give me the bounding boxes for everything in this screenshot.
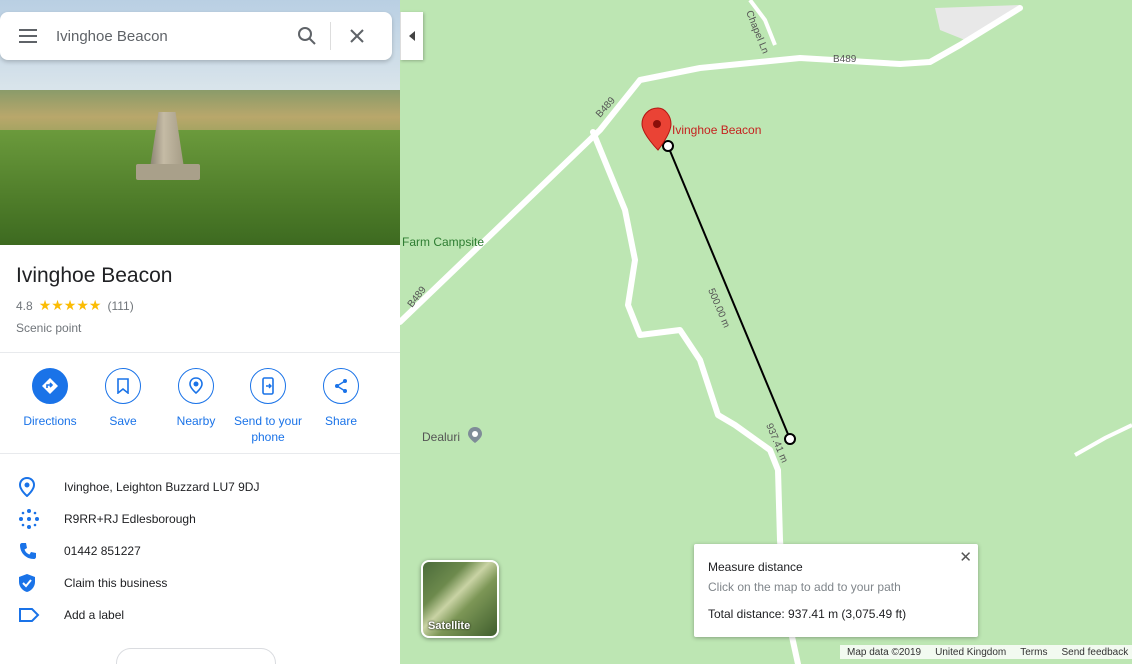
verified-shield-icon: [19, 574, 35, 592]
search-input[interactable]: [56, 16, 284, 56]
rating-row: 4.8 ★★★★★ (111): [16, 297, 134, 314]
rating-stars: ★★★★★: [38, 297, 102, 313]
share-icon: [323, 368, 359, 404]
clear-search-icon[interactable]: [331, 12, 383, 60]
divider: [0, 352, 400, 353]
share-button[interactable]: Share: [301, 368, 381, 429]
send-to-phone-icon: [250, 368, 286, 404]
road-b489: [400, 5, 1023, 325]
measure-total: Total distance: 937.41 m (3,075.49 ft): [708, 607, 907, 621]
plus-code-icon: [19, 509, 39, 529]
plus-code-text: R9RR+RJ Edlesborough: [64, 512, 196, 526]
share-label: Share: [324, 414, 358, 428]
map-data-text: Map data ©2019: [847, 646, 922, 658]
terms-link[interactable]: Terms: [1013, 647, 1054, 658]
measure-line: [667, 145, 791, 440]
dealuri-label[interactable]: Dealuri: [422, 430, 460, 444]
road-right: [1074, 423, 1132, 457]
measure-distance-card: Measure distance Click on the map to add…: [694, 544, 978, 637]
nearby-icon: [178, 368, 214, 404]
pin-place-label[interactable]: Ivinghoe Beacon: [672, 123, 761, 137]
save-button[interactable]: Save: [83, 368, 163, 429]
claim-business-row[interactable]: Claim this business: [0, 567, 400, 599]
rating-value: 4.8: [16, 298, 33, 313]
region-link[interactable]: United Kingdom: [928, 647, 1013, 658]
search-bar: [0, 12, 392, 60]
close-icon[interactable]: ✕: [959, 548, 972, 566]
search-icon[interactable]: [284, 12, 330, 60]
directions-label: Directions: [23, 414, 77, 428]
address-row[interactable]: Ivinghoe, Leighton Buzzard LU7 9DJ: [0, 471, 400, 503]
menu-icon[interactable]: [0, 12, 56, 60]
claim-business-text: Claim this business: [64, 576, 168, 590]
action-buttons: Directions Save Nearby Send to your phon…: [0, 368, 400, 448]
add-label-row[interactable]: Add a label: [0, 599, 400, 631]
collapse-panel-button[interactable]: [400, 12, 423, 60]
measure-hint: Click on the map to add to your path: [708, 580, 901, 594]
more-options-button[interactable]: [116, 648, 276, 664]
plus-code-row[interactable]: R9RR+RJ Edlesborough: [0, 503, 400, 535]
map-canvas[interactable]: B489 B489 B489 Chapel Ln 500.00 m 937.41…: [400, 0, 1132, 664]
pin-dot: [653, 120, 661, 128]
phone-row[interactable]: 01442 851227: [0, 535, 400, 567]
satellite-toggle[interactable]: Satellite: [421, 560, 499, 638]
save-label: Save: [109, 414, 137, 428]
directions-button[interactable]: Directions: [10, 368, 90, 429]
phone-text: 01442 851227: [64, 544, 141, 558]
address-text: Ivinghoe, Leighton Buzzard LU7 9DJ: [64, 480, 260, 494]
nearby-label: Nearby: [176, 414, 216, 428]
measure-title: Measure distance: [708, 560, 803, 574]
measure-point-end: [784, 433, 796, 445]
map-footer: Map data ©2019 United Kingdom Terms Send…: [840, 645, 1132, 659]
satellite-label: Satellite: [428, 620, 471, 632]
label-b489-b: B489: [833, 54, 857, 65]
chevron-left-icon: [409, 31, 415, 41]
label-chapel-ln: Chapel Ln: [743, 9, 770, 55]
place-panel: Ivinghoe Beacon 4.8 ★★★★★ (111) Scenic p…: [0, 0, 400, 664]
measure-segment-label: 500.00 m: [705, 287, 731, 330]
feedback-link[interactable]: Send feedback: [1054, 647, 1132, 658]
measure-point-start: [662, 140, 674, 152]
review-count-link[interactable]: (111): [107, 299, 133, 313]
phone-icon: [20, 543, 36, 559]
place-type[interactable]: Scenic point: [16, 321, 81, 335]
label-icon: [19, 608, 40, 622]
bookmark-icon: [105, 368, 141, 404]
place-title: Ivinghoe Beacon: [16, 264, 173, 287]
nearby-button[interactable]: Nearby: [156, 368, 236, 429]
location-pin-icon: [18, 477, 36, 497]
directions-icon: [32, 368, 68, 404]
add-label-text: Add a label: [64, 608, 125, 622]
farm-campsite-label[interactable]: Farm Campsite: [402, 235, 484, 249]
poi-marker-icon[interactable]: [467, 426, 483, 444]
divider: [0, 453, 400, 454]
send-to-phone-button[interactable]: Send to your phone: [228, 368, 308, 445]
send-to-phone-label: Send to your phone: [233, 414, 303, 444]
